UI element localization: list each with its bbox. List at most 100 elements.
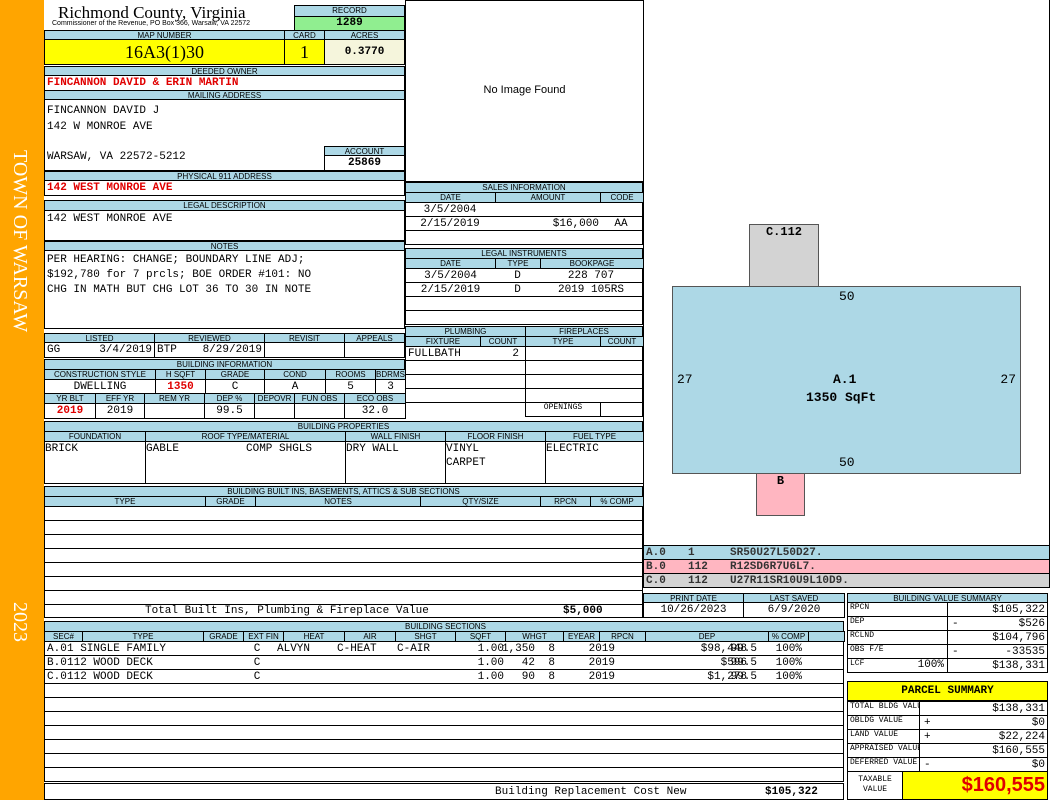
taxable-label: TAXABLE VALUE xyxy=(847,771,903,800)
bi-v2-1: 2019 xyxy=(95,403,145,419)
openings-label: OPENINGS xyxy=(525,402,601,417)
reviewed-value: BTP 8/29/2019 xyxy=(154,342,265,358)
section-dep: 99.5 xyxy=(730,671,757,683)
section-extfin xyxy=(277,656,337,669)
section-type: 1 SINGLE FAMILY xyxy=(67,643,167,655)
mailing-line2: 142 W MONROE AVE xyxy=(47,121,153,133)
notes: PER HEARING: CHANGE; BOUNDARY LINE ADJ; … xyxy=(44,250,405,329)
section-type: 112 WOOD DECK xyxy=(67,657,153,669)
instrument-bookpage xyxy=(540,296,643,311)
note-line: CHG IN MATH BUT CHG LOT 36 TO 30 IN NOTE xyxy=(47,284,312,296)
bi-v1-3: A xyxy=(264,379,326,394)
bi-v1-2: C xyxy=(205,379,265,394)
legend-path: R12SD6R7U6L7. xyxy=(730,561,816,573)
sketch-legend-row: A.0 1 SR50U27L50D27. xyxy=(643,545,1050,560)
sidebar: TOWN OF WARSAW 2023 xyxy=(0,0,44,800)
value-amount: $0 xyxy=(1031,717,1045,729)
property-floor2: CARPET xyxy=(446,457,486,469)
builtins-total-row: Total Built Ins, Plumbing & Fireplace Va… xyxy=(44,603,643,618)
physical-address: 142 WEST MONROE AVE xyxy=(44,180,405,196)
bi-v2-2 xyxy=(144,403,205,419)
acres-value: 0.3770 xyxy=(324,39,405,65)
section-row xyxy=(44,753,844,768)
instrument-bookpage: 228 707 xyxy=(540,268,643,283)
sections-total-row: Building Replacement Cost New $105,322 xyxy=(44,783,844,800)
bi-v2-6: 32.0 xyxy=(344,403,406,419)
section-grade: C xyxy=(253,657,261,669)
mailing-line1: FINCANNON DAVID J xyxy=(47,105,160,117)
section-row: C.0 112 WOOD DECK C 1.00 90 8 2019 $1,278 99.5 10… xyxy=(44,669,844,684)
parcel-summary-value-0: $138,331 xyxy=(919,701,1048,716)
section-a-area: 1350 SqFt xyxy=(806,390,877,405)
plumbing-row xyxy=(405,388,526,403)
section-row xyxy=(44,711,844,726)
value-amount: $160,555 xyxy=(992,745,1045,757)
section-grade: C xyxy=(253,643,261,655)
dim-right: 27 xyxy=(1000,372,1016,387)
listed-value: GG 3/4/2019 xyxy=(44,342,155,358)
bi-v2-4 xyxy=(254,403,295,419)
section-row xyxy=(44,683,844,698)
dim-left: 27 xyxy=(677,372,693,387)
value-summary-label-2: RCLND xyxy=(847,630,948,645)
value-summary-name: DEP xyxy=(850,617,865,626)
instrument-date: 2/15/2019 xyxy=(405,282,495,297)
appeals-value xyxy=(344,342,405,358)
value-sign: - xyxy=(924,759,931,771)
property-cell: GABLE COMP SHGLS xyxy=(145,441,346,484)
legend-path: U27R11SR10U9L10D9. xyxy=(730,575,849,587)
property-roof_material: COMP SHGLS xyxy=(246,443,313,455)
plumbing-row: FULLBATH 2 xyxy=(405,346,526,361)
parcel-summary-label-1: OBLDG VALUE xyxy=(847,715,920,730)
section-heat: C-HEAT xyxy=(337,643,377,655)
section-comp: 100% xyxy=(775,657,802,669)
section-row xyxy=(44,697,844,712)
lcf-percent: 100% xyxy=(917,659,944,671)
note-line: $192,780 for 7 prcls; BOE ORDER #101: NO xyxy=(47,269,312,281)
instrument-bookpage xyxy=(540,310,643,325)
bi-v1-4: 5 xyxy=(325,379,376,394)
value-amount: $22,224 xyxy=(998,731,1045,743)
replacement-cost-label: Building Replacement Cost New xyxy=(495,786,687,798)
builtin-row xyxy=(44,548,643,563)
legend-code: 112 xyxy=(688,575,708,587)
value-summary-value-0: $105,322 xyxy=(947,602,1048,617)
value-summary-value-1: - $526 xyxy=(947,616,1048,631)
section-row xyxy=(44,767,844,782)
section-sqft: 1,350 xyxy=(501,643,535,655)
property-floor1: VINYL xyxy=(446,443,480,455)
sale-amount: $16,000 xyxy=(494,216,601,231)
section-extfin xyxy=(277,670,337,683)
value-summary-label-1: DEP xyxy=(847,616,948,631)
legend-section: B.0 xyxy=(646,561,666,573)
bi-v2-3: 99.5 xyxy=(204,403,255,419)
sale-code: AA xyxy=(600,216,643,231)
parcel-summary-value-1: + $0 xyxy=(919,715,1048,730)
subtitle: Commissioner of the Revenue, PO Box 366,… xyxy=(52,20,251,27)
section-whgt: 8 xyxy=(548,671,555,683)
instrument-date: 3/5/2004 xyxy=(405,268,495,283)
value-sign: - xyxy=(952,618,959,630)
instrument-bookpage: 2019 105RS xyxy=(540,282,643,297)
value-amount: $526 xyxy=(1018,618,1045,630)
fireplace-row xyxy=(525,360,643,375)
parcel-summary-value-3: $160,555 xyxy=(919,743,1048,758)
no-image-placeholder: No Image Found xyxy=(405,0,644,182)
plumbing-count: 2 xyxy=(512,348,519,360)
dim-top: 50 xyxy=(839,289,855,304)
plumbing-row xyxy=(405,360,526,375)
sketch-legend-row: B.0 112 R12SD6R7U6L7. xyxy=(643,559,1050,574)
value-summary-value-2: $104,796 xyxy=(947,630,1048,645)
value-summary-value-3: - -33535 xyxy=(947,644,1048,659)
value-amount: $104,796 xyxy=(992,632,1045,644)
value-sign: + xyxy=(924,717,931,729)
parcel-summary-label-0: TOTAL BLDG VALUE xyxy=(847,701,920,716)
parcel-summary-label-3: APPRAISED VALUE xyxy=(847,743,920,758)
value-summary-name: LCF xyxy=(850,659,865,668)
openings-value xyxy=(600,402,643,417)
parcel-summary-value-2: + $22,224 xyxy=(919,729,1048,744)
reviewed-by: BTP xyxy=(157,344,177,356)
section-grade: C xyxy=(253,671,261,683)
parcel-summary-label-4: DEFERRED VALUE xyxy=(847,757,920,772)
legend-section: A.0 xyxy=(646,547,666,559)
